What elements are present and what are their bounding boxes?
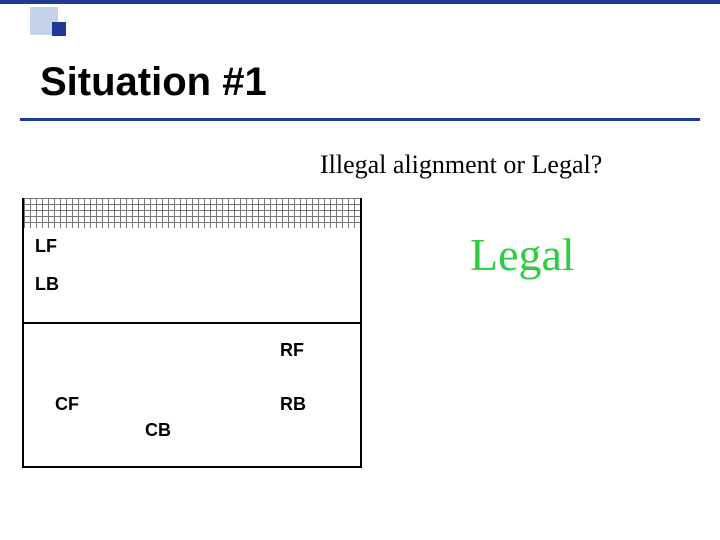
deco-square-dark <box>52 22 66 36</box>
pos-cf: CF <box>55 394 79 415</box>
pos-lf: LF <box>35 236 57 257</box>
court-outline <box>22 228 362 468</box>
question-text: Illegal alignment or Legal? <box>320 150 602 180</box>
answer-text: Legal <box>470 228 575 281</box>
slide-title: Situation #1 <box>40 60 267 105</box>
pos-rb: RB <box>280 394 306 415</box>
title-underline <box>20 118 700 121</box>
pos-cb: CB <box>145 420 171 441</box>
net-band <box>22 198 362 228</box>
pos-lb: LB <box>35 274 59 295</box>
top-rule <box>0 0 720 4</box>
court-midline <box>22 322 362 324</box>
pos-rf: RF <box>280 340 304 361</box>
